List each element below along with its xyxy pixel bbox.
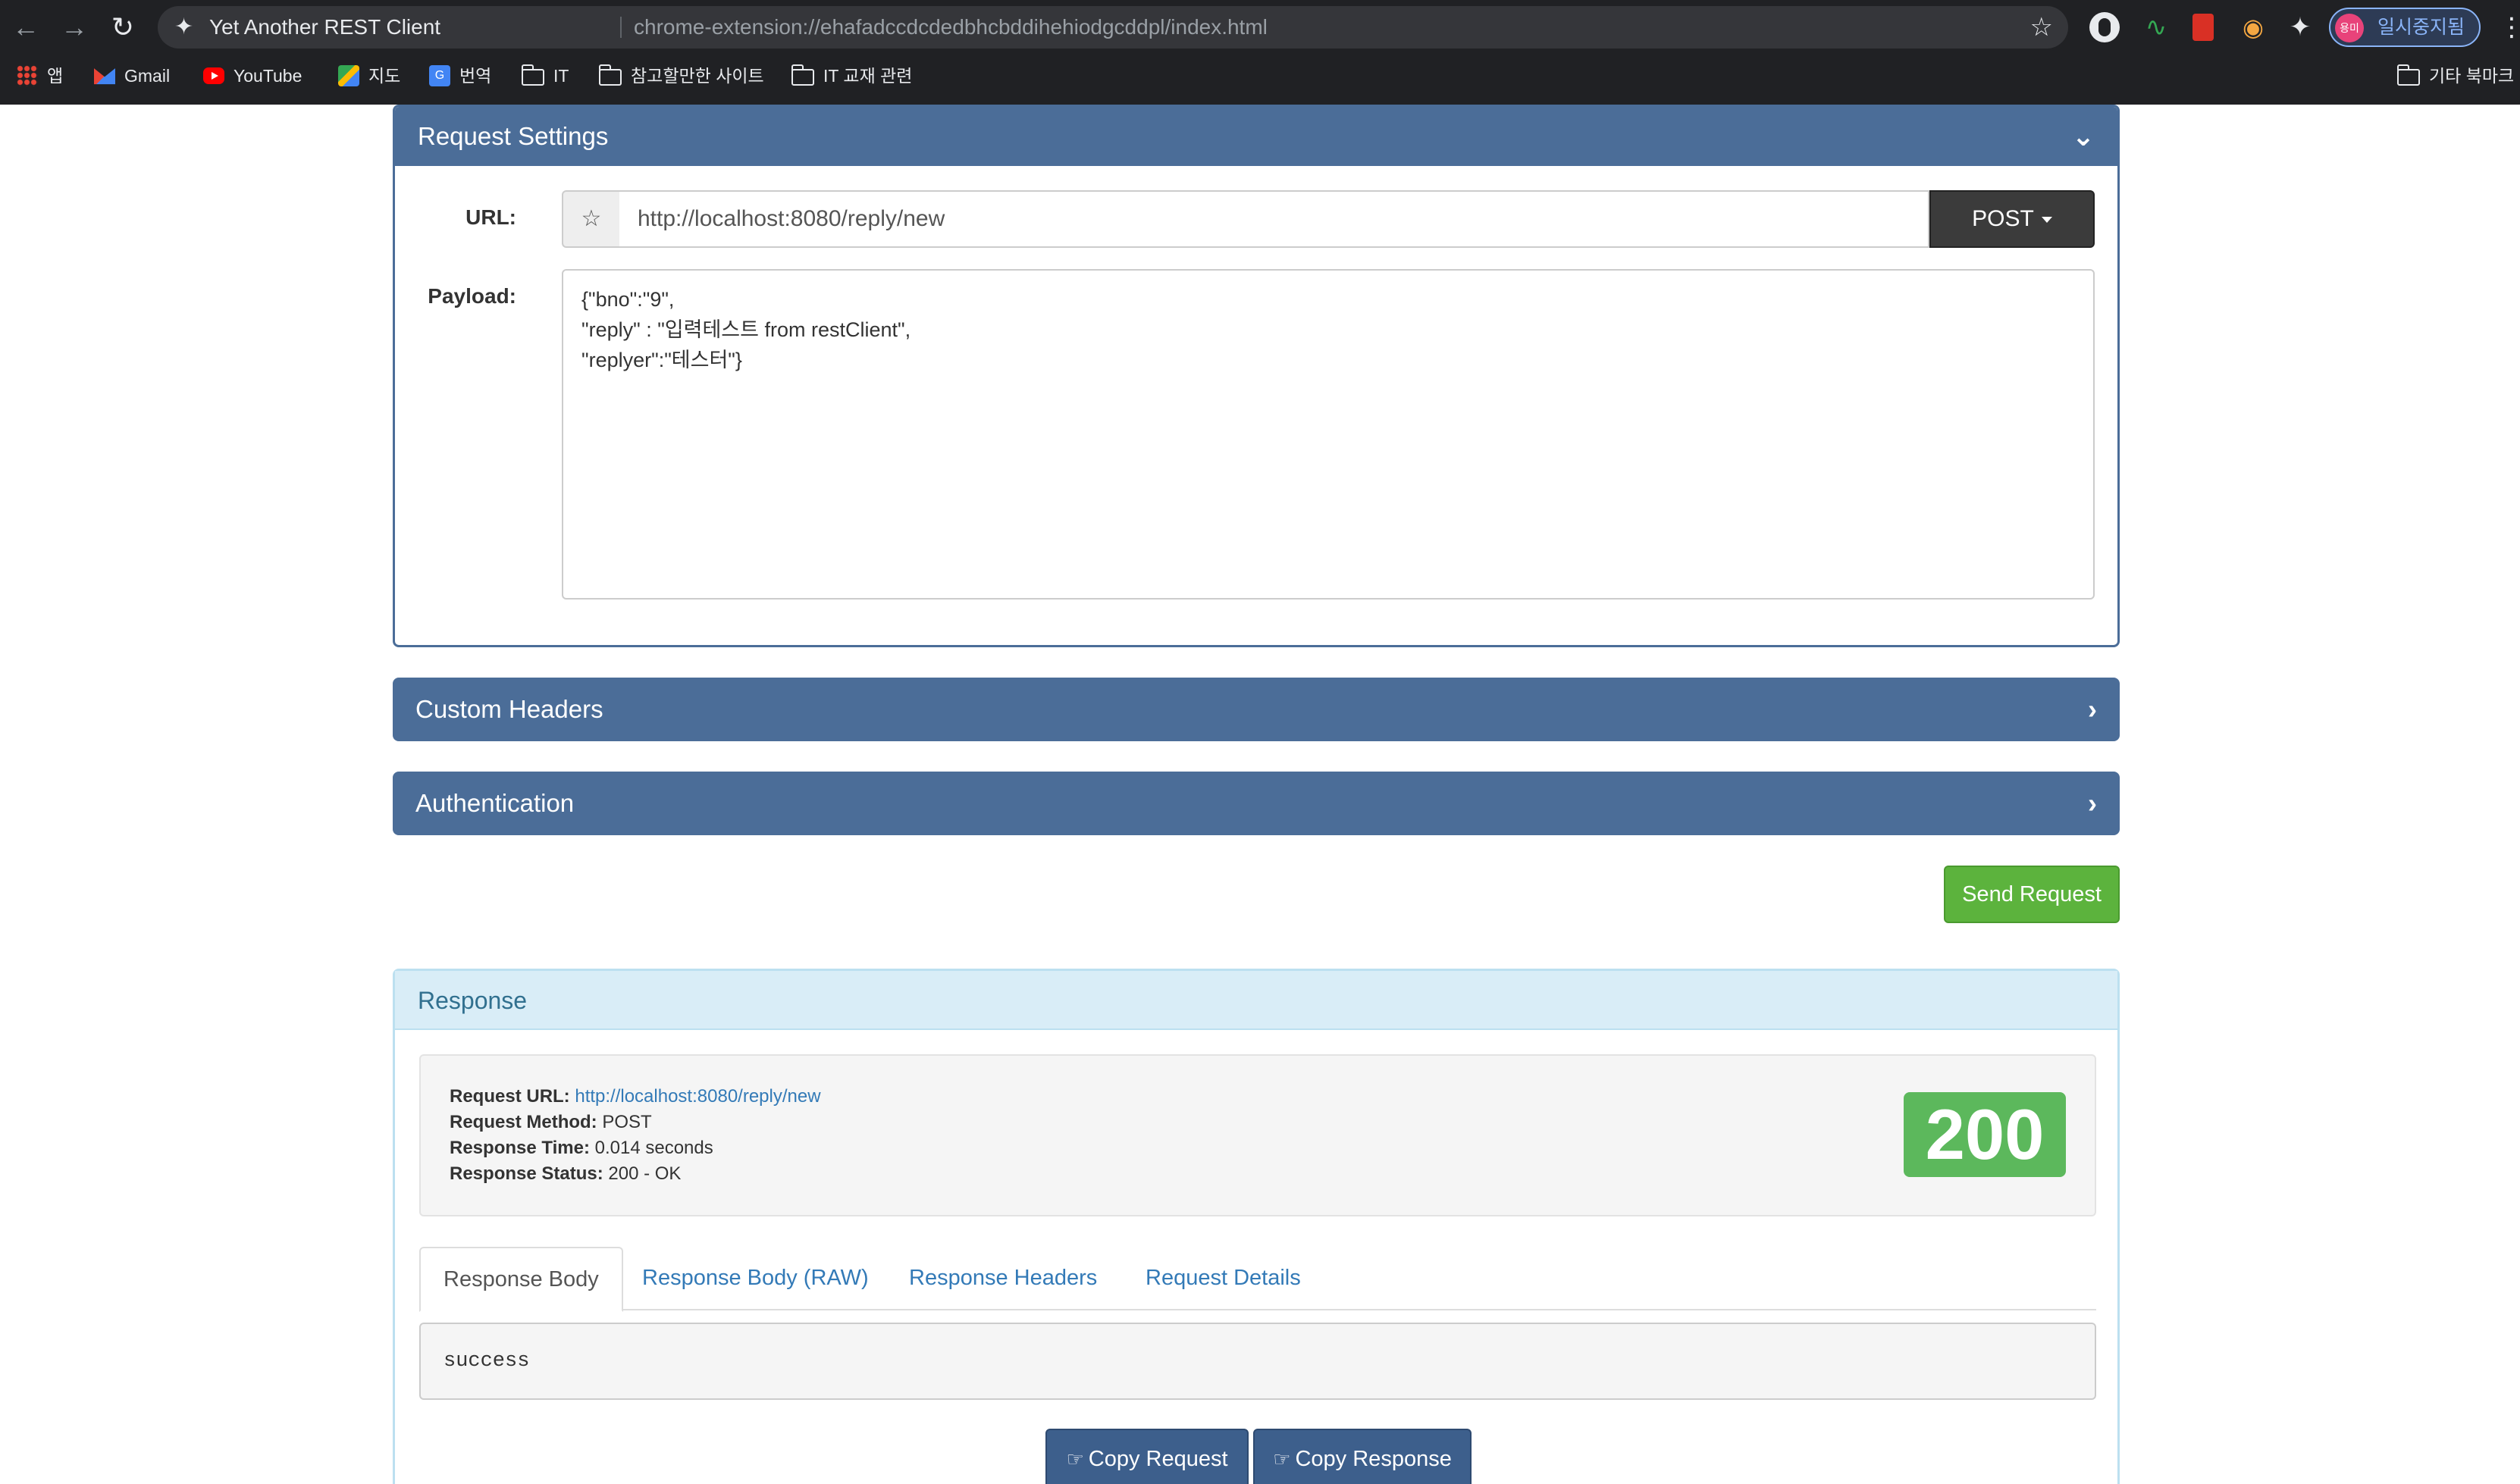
reload-icon[interactable]: ↻ (105, 9, 141, 45)
hand-pointer-icon: ☞ (1066, 1448, 1084, 1470)
payload-label: Payload: (428, 284, 516, 308)
authentication-panel[interactable]: Authentication › (393, 772, 2120, 835)
request-url-label: Request URL: (450, 1086, 570, 1107)
bookmark-label: 기타 북마크 (2429, 66, 2515, 86)
bookmarks-bar: 앱 Gmail YouTube 지도 G 번역 IT 참고할만한 사이트 IT 교… (0, 56, 2520, 95)
bookmark-maps[interactable]: 지도 (338, 56, 400, 95)
profile-status-label: 일시중지됨 (2377, 17, 2465, 38)
bookmark-star-icon[interactable]: ☆ (2030, 6, 2053, 49)
youtube-icon (203, 67, 224, 84)
response-time-label: Response Time: (450, 1138, 590, 1158)
caret-down-icon (2041, 217, 2052, 224)
bookmark-folder-it[interactable]: IT (522, 56, 569, 95)
gmail-icon (94, 68, 115, 85)
chevron-down-icon[interactable]: ⌄ (2072, 107, 2095, 166)
url-input[interactable] (619, 190, 1929, 248)
status-badge: 200 (1904, 1092, 2066, 1177)
bookmark-apps[interactable]: 앱 (17, 56, 63, 95)
more-menu-icon[interactable]: ⋮ (2499, 9, 2520, 45)
url-input-group: ☆ POST (562, 190, 2095, 248)
bookmark-label: YouTube (234, 66, 302, 86)
folder-icon (791, 64, 814, 86)
extensions-menu-icon[interactable]: ✦ (2285, 12, 2315, 42)
response-summary: Request URL: http://localhost:8080/reply… (419, 1054, 2096, 1216)
request-url-row: Request URL: http://localhost:8080/reply… (450, 1086, 821, 1107)
bookmark-folder-other[interactable]: 기타 북마크 (2397, 56, 2514, 95)
send-request-button[interactable]: Send Request (1944, 866, 2120, 923)
response-status-row: Response Status: 200 - OK (450, 1163, 681, 1185)
bookmark-label: Gmail (124, 66, 171, 86)
address-url[interactable]: chrome-extension://ehafadccdcdedbhcbddih… (634, 6, 1268, 49)
avatar: 용미 (2335, 14, 2364, 42)
response-panel: Response Request URL: http://localhost:8… (393, 969, 2120, 1484)
copy-response-button[interactable]: ☞ Copy Response (1253, 1429, 1472, 1484)
translate-icon: G (429, 64, 450, 86)
response-header: Response (395, 971, 2117, 1030)
maps-icon (338, 64, 359, 86)
response-status-label: Response Status: (450, 1163, 603, 1184)
bookmark-label: 지도 (368, 66, 401, 86)
folder-icon (599, 64, 622, 86)
bookmark-gmail[interactable]: Gmail (94, 56, 170, 95)
response-time-value: 0.014 seconds (594, 1138, 713, 1158)
copy-response-label: Copy Response (1295, 1447, 1452, 1471)
bookmark-label: 앱 (47, 66, 64, 86)
hand-pointer-icon: ☞ (1273, 1448, 1291, 1470)
payload-textarea[interactable]: {"bno":"9", "reply" : "입력테스트 from restCl… (562, 269, 2095, 600)
authentication-title: Authentication (415, 789, 575, 817)
browser-toolbar: ← → ↻ ✦ Yet Another REST Client chrome-e… (0, 0, 2520, 55)
tab-response-body[interactable]: Response Body (419, 1247, 623, 1312)
favorite-star-icon[interactable]: ☆ (562, 190, 621, 248)
address-bar[interactable]: ✦ Yet Another REST Client chrome-extensi… (158, 6, 2068, 49)
extension-1-icon[interactable] (2089, 12, 2120, 42)
forward-icon[interactable]: → (56, 9, 92, 45)
bookmark-folder-sites[interactable]: 참고할만한 사이트 (599, 56, 764, 95)
bookmark-label: IT 교재 관련 (823, 66, 913, 86)
extension-4-icon[interactable]: ◉ (2238, 12, 2268, 42)
copy-request-label: Copy Request (1088, 1447, 1228, 1471)
extension-3-icon[interactable] (2192, 14, 2214, 41)
request-method-label: Request Method: (450, 1112, 597, 1132)
apps-grid-icon (17, 64, 38, 86)
profile-button[interactable]: 용미 일시중지됨 (2329, 8, 2481, 47)
bookmark-label: IT (553, 66, 569, 86)
response-tabs: Response Body Response Body (RAW) Respon… (419, 1247, 2096, 1312)
folder-icon (522, 64, 544, 86)
request-settings-title: Request Settings (418, 122, 609, 150)
bookmark-youtube[interactable]: YouTube (203, 56, 302, 95)
request-method-value: POST (602, 1112, 652, 1132)
method-label: POST (1972, 206, 2034, 231)
custom-headers-panel[interactable]: Custom Headers › (393, 678, 2120, 741)
response-body-content: success (419, 1323, 2096, 1400)
response-status-value: 200 - OK (608, 1163, 682, 1184)
back-icon[interactable]: ← (8, 9, 44, 45)
chevron-right-icon[interactable]: › (2088, 678, 2097, 741)
request-url-link[interactable]: http://localhost:8080/reply/new (575, 1086, 820, 1107)
folder-icon (2397, 64, 2420, 86)
chevron-right-icon[interactable]: › (2088, 772, 2097, 835)
request-settings-header[interactable]: Request Settings ⌄ (395, 107, 2117, 166)
tab-request-details[interactable]: Request Details (1123, 1247, 1324, 1310)
tab-response-headers[interactable]: Response Headers (886, 1247, 1120, 1310)
tab-response-body-raw[interactable]: Response Body (RAW) (619, 1247, 892, 1310)
bookmark-label: 번역 (459, 66, 492, 86)
bookmark-folder-textbook[interactable]: IT 교재 관련 (791, 56, 912, 95)
url-label: URL: (465, 205, 516, 229)
extension-2-icon[interactable]: ∿ (2141, 12, 2171, 42)
address-divider (620, 17, 622, 38)
custom-headers-title: Custom Headers (415, 695, 603, 723)
page-title: Yet Another REST Client (209, 15, 441, 39)
response-time-row: Response Time: 0.014 seconds (450, 1138, 713, 1159)
bookmark-translate[interactable]: G 번역 (429, 56, 491, 95)
response-title: Response (418, 987, 528, 1014)
request-settings-panel: Request Settings ⌄ URL: ☆ POST Payload: … (393, 105, 2120, 647)
extension-puzzle-icon: ✦ (174, 14, 194, 39)
bookmark-label: 참고할만한 사이트 (631, 66, 764, 86)
copy-request-button[interactable]: ☞ Copy Request (1045, 1429, 1249, 1484)
method-dropdown-button[interactable]: POST (1929, 190, 2095, 248)
request-method-row: Request Method: POST (450, 1112, 652, 1133)
browser-chrome: ← → ↻ ✦ Yet Another REST Client chrome-e… (0, 0, 2520, 105)
